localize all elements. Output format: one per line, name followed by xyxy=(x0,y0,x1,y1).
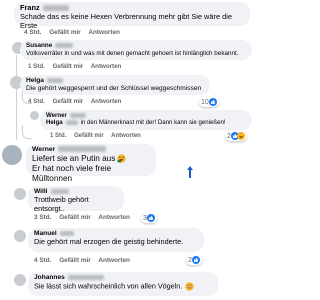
comment-text-body: in den Männerknast mit der! Dann kann si… xyxy=(80,119,226,127)
blurred-surname xyxy=(42,5,69,11)
comment-bubble: Manuel Die gehört mal erzogen die geisti… xyxy=(28,228,204,252)
avatar[interactable] xyxy=(14,230,26,242)
reply-button[interactable]: Antworten xyxy=(88,29,120,36)
like-button[interactable]: Gefällt mir xyxy=(49,29,81,36)
commenter-name[interactable]: Willi xyxy=(34,188,48,195)
haha-icon xyxy=(236,132,245,140)
blurred-surname xyxy=(67,274,104,280)
reaction-badge[interactable]: 10 xyxy=(199,97,219,107)
comment-actions: 1 Std. Gefällt mir Antworten xyxy=(28,63,127,70)
reaction-badge[interactable]: 2 xyxy=(225,131,247,141)
avatar[interactable] xyxy=(14,188,26,200)
comment-actions: 1 Std. Gefällt mir Antworten xyxy=(50,133,147,139)
comment-text: Volksverräter in und was mit denen gemac… xyxy=(26,49,239,57)
comment-text: Helga in den Männerknast mit der! Dann ka… xyxy=(46,119,246,126)
avatar[interactable] xyxy=(2,145,22,165)
comment-actions: 4 Std. Gefällt mir Antworten xyxy=(24,29,126,36)
mention[interactable]: Helga xyxy=(46,119,63,126)
like-button[interactable]: Gefällt mir xyxy=(74,133,104,139)
commenter-name[interactable]: Helga xyxy=(26,77,44,84)
comment-text: Sie lässt sich wahrscheinlich von allen … xyxy=(34,281,212,291)
comment-text: Die gehört weggesperrt und der Schlüssel… xyxy=(26,84,202,92)
comment-age[interactable]: 4 Std. xyxy=(34,257,51,264)
blurred-surname xyxy=(59,230,74,236)
comment-line1: Liefert sie an Putin aus xyxy=(32,154,116,164)
comment-text: Schade das es keine Hexen Verbrennung me… xyxy=(20,11,232,30)
blurred-surname xyxy=(55,42,74,48)
commenter-name[interactable]: Werner xyxy=(32,146,55,153)
commenter-name[interactable]: Werner xyxy=(46,112,67,119)
reply-button[interactable]: Antworten xyxy=(98,257,130,264)
like-button[interactable]: Gefällt mir xyxy=(59,214,91,221)
comment-bubble: Susanne Volksverräter in und was mit den… xyxy=(20,40,252,60)
comment-text: Die gehört mal erzogen die geistig behin… xyxy=(34,236,184,246)
comment-age[interactable]: 1 Std. xyxy=(50,133,66,139)
comment-bubble: Johannes Sie lässt sich wahrscheinlich v… xyxy=(28,272,218,296)
comment-bubble: Werner Liefert sie an Putin aus Er hat n… xyxy=(26,144,156,183)
like-icon xyxy=(191,256,200,264)
comment-bubble: Helga Die gehört weggesperrt und der Sch… xyxy=(20,75,210,95)
comment-text-line2: Er hat noch viele freie Mülltonnen xyxy=(32,164,112,183)
avatar[interactable] xyxy=(30,111,39,120)
comment-actions: 4 Std. Gefällt mir Antworten xyxy=(34,257,136,264)
blurred-mention xyxy=(65,120,78,126)
comment-age[interactable]: 4 Std. xyxy=(28,98,45,105)
blurred-surname xyxy=(46,77,63,83)
blurred-surname xyxy=(58,146,107,152)
commenter-name[interactable]: Johannes xyxy=(34,274,65,281)
comment-bubble: Werner Helga in den Männerknast mit der! … xyxy=(40,110,252,130)
reply-button[interactable]: Antworten xyxy=(91,98,122,105)
thread-line xyxy=(16,55,17,140)
commenter-name[interactable]: Manuel xyxy=(34,230,57,237)
comment-text-body: Sie lässt sich wahrscheinlich von allen … xyxy=(34,281,183,291)
like-button[interactable]: Gefällt mir xyxy=(53,63,84,70)
avatar[interactable] xyxy=(14,274,26,286)
reply-button[interactable]: Antworten xyxy=(111,133,141,139)
reaction-count: 10 xyxy=(201,98,209,106)
commenter-name[interactable]: Franz xyxy=(20,3,40,12)
reply-button[interactable]: Antworten xyxy=(98,214,130,221)
comment-age[interactable]: 4 Std. xyxy=(24,29,41,36)
grinning-icon xyxy=(185,282,194,291)
like-button[interactable]: Gefällt mir xyxy=(53,98,84,105)
angry-laugh-icon xyxy=(117,154,126,164)
comment-text-line1: Liefert sie an Putin aus xyxy=(32,154,150,164)
comment-bubble: Willi Trottlweib gehört entsorgt.. xyxy=(28,186,124,213)
reaction-badge[interactable]: 3 xyxy=(141,213,157,223)
comment-age[interactable]: 3 Std. xyxy=(34,214,51,221)
commenter-name[interactable]: Susanne xyxy=(26,42,52,49)
comment-bubble: Franz Schade das es keine Hexen Verbrenn… xyxy=(14,2,250,30)
comment-text: Trottlweib gehört entsorgt.. xyxy=(34,194,89,213)
like-button[interactable]: Gefällt mir xyxy=(59,257,91,264)
cursor-arrow-icon xyxy=(187,166,193,178)
like-icon xyxy=(146,214,155,222)
comment-actions: 3 Std. Gefällt mir Antworten xyxy=(34,214,136,221)
like-icon xyxy=(208,98,217,106)
reaction-badge[interactable]: 2 xyxy=(186,255,202,265)
comment-age[interactable]: 1 Std. xyxy=(28,63,45,70)
comment-actions: 4 Std. Gefällt mir Antworten xyxy=(28,98,127,105)
thread-curve xyxy=(22,125,32,139)
reply-button[interactable]: Antworten xyxy=(91,63,122,70)
blurred-surname xyxy=(50,188,69,194)
blurred-surname xyxy=(69,112,86,118)
